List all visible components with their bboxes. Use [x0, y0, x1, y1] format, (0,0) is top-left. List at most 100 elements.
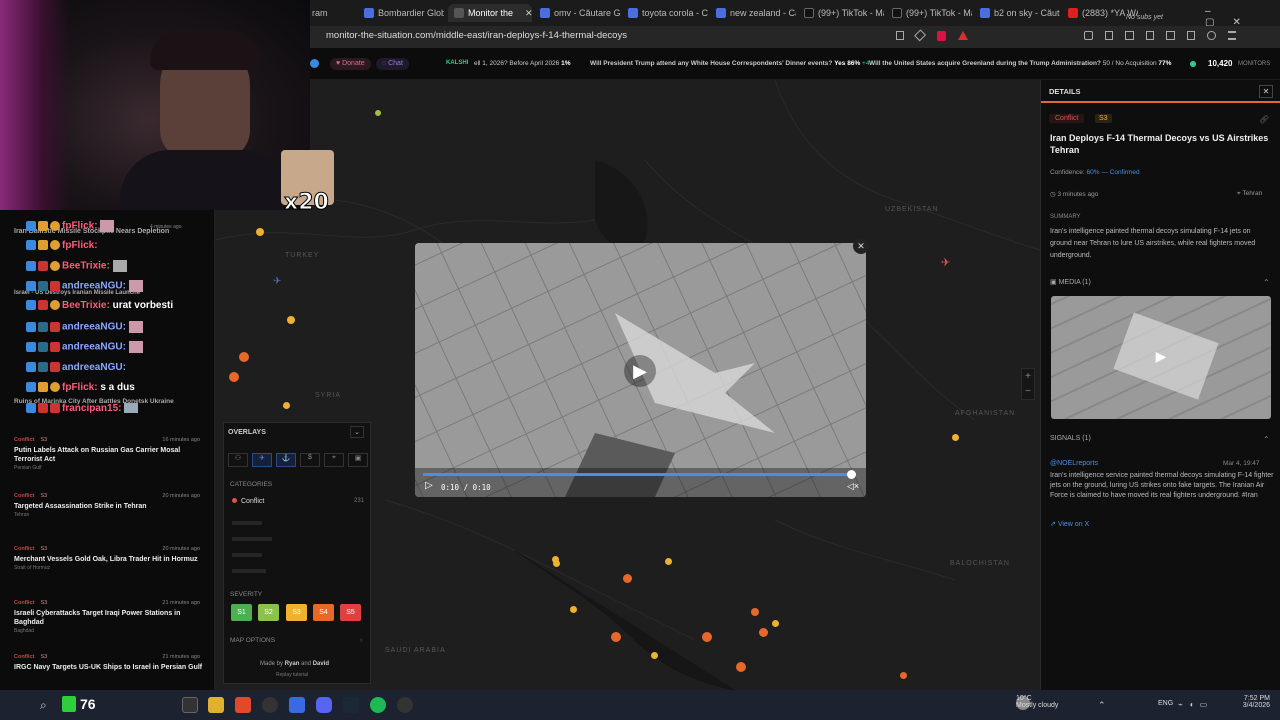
- mute-icon[interactable]: ◁×: [847, 481, 859, 492]
- folder-icon[interactable]: [208, 697, 224, 713]
- dollar-icon[interactable]: $: [300, 453, 320, 467]
- weather-widget[interactable]: 10°C Mostly cloudy: [1016, 695, 1058, 709]
- map-marker[interactable]: [287, 316, 295, 324]
- tab-8[interactable]: b2 on sky - Căut: [980, 4, 1060, 22]
- video-scrubber[interactable]: [847, 470, 856, 479]
- tab-0[interactable]: ram: [312, 4, 352, 22]
- discord-icon[interactable]: [316, 697, 332, 713]
- puzzle-icon[interactable]: [1186, 31, 1196, 40]
- ticker-item-0[interactable]: ell 1, 2026? Before April 2026 1%: [474, 60, 571, 67]
- map-marker[interactable]: [900, 672, 907, 679]
- map-marker[interactable]: [283, 402, 290, 409]
- spotify-icon[interactable]: [370, 697, 386, 713]
- app-icon[interactable]: [397, 697, 413, 713]
- map-marker[interactable]: [702, 632, 712, 642]
- signal-author[interactable]: @NOELreports: [1050, 460, 1098, 467]
- donate-button[interactable]: ♥ Donate: [330, 58, 371, 70]
- map-marker[interactable]: [759, 628, 768, 637]
- severity-s5-button[interactable]: S5: [340, 604, 361, 621]
- signals-header[interactable]: SIGNALS (1): [1050, 435, 1091, 442]
- brave-rewards-icon[interactable]: [958, 31, 969, 40]
- map-marker[interactable]: [375, 110, 381, 116]
- tab-5[interactable]: new zealand - Ca: [716, 4, 796, 22]
- chevron-up-icon[interactable]: ⌃: [1263, 278, 1270, 287]
- chat-button[interactable]: ◌ Chat: [376, 58, 409, 70]
- brave-icon[interactable]: [235, 697, 251, 713]
- map-marker[interactable]: [553, 560, 560, 567]
- language-indicator[interactable]: ENG: [1158, 700, 1173, 707]
- tab-4[interactable]: toyota corola - C: [628, 4, 710, 22]
- map-marker[interactable]: [623, 574, 632, 583]
- tab-active[interactable]: Monitor the ✕: [448, 4, 532, 22]
- close-video-icon[interactable]: ✕: [853, 238, 869, 254]
- pin-icon[interactable]: ⌖: [324, 453, 344, 467]
- close-tab-icon[interactable]: ✕: [525, 8, 532, 19]
- video-player[interactable]: ▷ 0:10 / 0:10 ◁× ▶: [415, 243, 866, 497]
- severity-s2-button[interactable]: S2: [258, 604, 279, 621]
- aircraft-icon[interactable]: ✈: [941, 256, 950, 269]
- brave-shield-icon[interactable]: [936, 31, 947, 41]
- view-on-x-link[interactable]: ⇗ View on X: [1050, 520, 1089, 528]
- tray-icons[interactable]: ⌁◖▭: [1178, 700, 1213, 709]
- map-marker[interactable]: [772, 620, 779, 627]
- tab-7[interactable]: (99+) TikTok - Ma: [892, 4, 972, 22]
- share-icon[interactable]: [914, 29, 927, 42]
- map-marker[interactable]: [239, 352, 249, 362]
- people-icon[interactable]: ⚇: [228, 453, 248, 467]
- big-play-icon[interactable]: ▶: [624, 355, 656, 387]
- map-marker[interactable]: [952, 434, 959, 441]
- map-options-toggle[interactable]: MAP OPTIONS: [230, 637, 275, 644]
- reader-icon[interactable]: [896, 31, 905, 40]
- map-marker[interactable]: [256, 228, 264, 236]
- map-marker[interactable]: [229, 372, 239, 382]
- download-icon[interactable]: [1166, 31, 1175, 40]
- steam-icon[interactable]: [343, 697, 359, 713]
- link-icon[interactable]: 🔗︎: [1259, 115, 1269, 124]
- ticker-item-1[interactable]: Will President Trump attend any White Ho…: [590, 60, 869, 67]
- camera-icon[interactable]: ▣: [348, 453, 368, 467]
- severity-s1-button[interactable]: S1: [231, 604, 252, 621]
- map-marker[interactable]: [611, 632, 621, 642]
- clock[interactable]: 7:52 PM 3/4/2026: [1234, 695, 1270, 709]
- tab-6[interactable]: (99+) TikTok - Ma: [804, 4, 884, 22]
- close-icon[interactable]: ✕: [1259, 85, 1273, 98]
- tray-chevron-icon[interactable]: ⌃: [1098, 700, 1106, 711]
- list-item[interactable]: Conflict S3 21 minutes ago IRGC Navy Targ…: [14, 654, 210, 672]
- media-icon[interactable]: [1125, 31, 1134, 40]
- severity-s4-button[interactable]: S4: [313, 604, 334, 621]
- sidebar-icon[interactable]: [1145, 31, 1155, 40]
- media-header[interactable]: ▣ MEDIA (1): [1050, 278, 1091, 286]
- tab-3[interactable]: omv - Căutare G: [540, 4, 620, 22]
- wallet-icon[interactable]: [1104, 31, 1114, 40]
- map-marker[interactable]: [651, 652, 658, 659]
- category-item-conflict[interactable]: Conflict 231: [232, 498, 364, 505]
- chevron-down-icon[interactable]: ⌄: [350, 426, 364, 438]
- task-view-icon[interactable]: [182, 697, 198, 713]
- kick-icon[interactable]: [62, 696, 76, 712]
- thumbnail-play-icon[interactable]: ▶: [1151, 348, 1171, 368]
- chevron-up-icon[interactable]: ⌃: [1263, 435, 1270, 444]
- map-marker[interactable]: [665, 558, 672, 565]
- chevron-right-icon[interactable]: ›: [360, 637, 362, 644]
- url-field[interactable]: monitor-the-situation.com/middle-east/ir…: [326, 30, 627, 41]
- map-marker[interactable]: [570, 606, 577, 613]
- extensions-icon[interactable]: [1084, 31, 1093, 40]
- tab-1[interactable]: Bombardier Glob: [364, 4, 444, 22]
- store-icon[interactable]: [289, 697, 305, 713]
- list-item[interactable]: Conflict S3 20 minutes ago Merchant Vesse…: [14, 546, 210, 571]
- play-icon[interactable]: ▷: [425, 480, 433, 491]
- severity-s3-button[interactable]: S3: [286, 604, 307, 621]
- menu-icon[interactable]: [1227, 31, 1237, 40]
- list-item[interactable]: Conflict S3 20 minutes ago Targeted Assas…: [14, 493, 210, 518]
- list-item[interactable]: Conflict S3 21 minutes ago Israeli Cybera…: [14, 600, 210, 634]
- video-progress-track[interactable]: [423, 473, 853, 476]
- zoom-controls[interactable]: + −: [1021, 368, 1035, 400]
- map-marker[interactable]: [736, 662, 746, 672]
- ticker-item-2[interactable]: Will the United States acquire Greenland…: [869, 60, 1171, 67]
- media-thumbnail[interactable]: ▶: [1051, 296, 1271, 419]
- list-item[interactable]: Conflict S3 16 minutes ago Putin Labels A…: [14, 437, 210, 471]
- aircraft-icon[interactable]: ✈: [273, 276, 281, 287]
- aircraft-toggle-icon[interactable]: ✈: [252, 453, 272, 467]
- ship-toggle-icon[interactable]: ⚓: [276, 453, 296, 467]
- obs-icon[interactable]: [262, 697, 278, 713]
